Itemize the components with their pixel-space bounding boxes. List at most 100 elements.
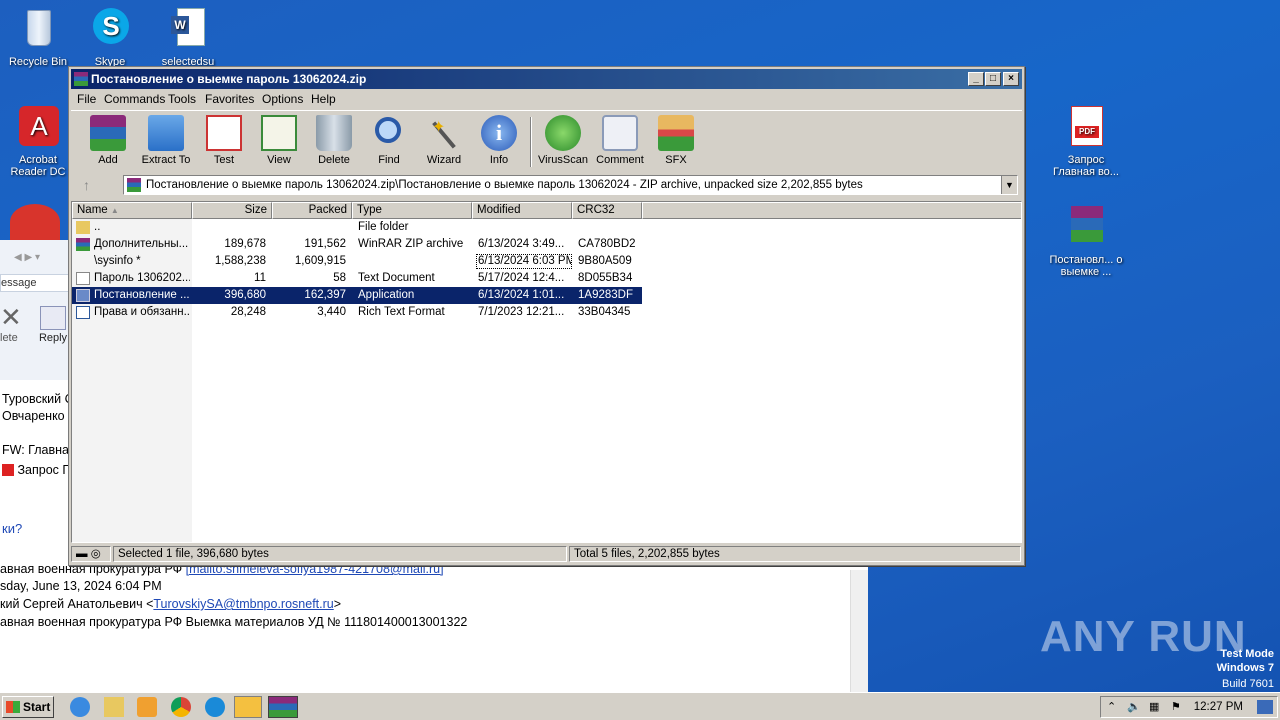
- maximize-button[interactable]: □: [985, 72, 1001, 86]
- word-document-icon: W: [165, 6, 211, 52]
- flag-icon[interactable]: ⚑: [1171, 700, 1181, 713]
- selectedsu-shortcut[interactable]: W selectedsu: [150, 6, 226, 68]
- chevron-up-icon[interactable]: ⌃: [1107, 700, 1116, 713]
- chrome-icon[interactable]: [171, 697, 191, 717]
- pdf-icon: [2, 464, 14, 476]
- reply-button[interactable]: Reply: [36, 302, 70, 352]
- delete-button[interactable]: ✕ lete: [0, 302, 22, 352]
- table-row[interactable]: .. File folder: [72, 219, 642, 236]
- delete-icon: ✕: [0, 302, 22, 332]
- table-row-selected[interactable]: Постановление ... 396,680 162,397 Applic…: [72, 287, 642, 304]
- acrobat-icon: A: [15, 104, 61, 150]
- table-row[interactable]: Пароль 1306202... 11 58 Text Document 5/…: [72, 270, 642, 287]
- mail-link-to[interactable]: TurovskiySA@tmbnpo.rosneft.ru: [153, 597, 333, 611]
- find-button[interactable]: Find: [360, 115, 418, 166]
- folder-icon: [148, 115, 184, 151]
- mail-toolbar: ◀ ▶ ▾ essage ✕ lete Reply: [0, 240, 70, 380]
- view-button[interactable]: View: [250, 115, 308, 166]
- recycle-bin-shortcut[interactable]: Recycle Bin: [0, 6, 76, 68]
- testmode-line2: Windows 7: [1216, 662, 1274, 674]
- toolbar-divider: [530, 117, 532, 167]
- add-button[interactable]: Add: [79, 115, 137, 166]
- dropdown-arrow-icon[interactable]: ▼: [1001, 176, 1017, 194]
- menu-commands[interactable]: Commands: [104, 92, 165, 106]
- chrome-partial-icon: [10, 204, 60, 240]
- title-bar[interactable]: Постановление о выемке пароль 13062024.z…: [71, 69, 1022, 89]
- sfx-button[interactable]: SFX: [647, 115, 705, 166]
- clock[interactable]: 12:27 PM: [1194, 701, 1243, 713]
- column-type[interactable]: Type: [352, 202, 472, 219]
- column-modified[interactable]: Modified: [472, 202, 572, 219]
- mail-attachment[interactable]: Запрос Г: [2, 463, 69, 477]
- back-arrow-icon[interactable]: ◀ ▶ ▾: [14, 252, 40, 263]
- mail-question: ки?: [2, 521, 23, 536]
- sfx-icon: [658, 115, 694, 151]
- tab-message[interactable]: essage: [0, 274, 70, 292]
- winrar-taskbar-icon[interactable]: [268, 696, 298, 718]
- mail-scrollbar[interactable]: [850, 570, 868, 692]
- testmode-line1: Test Mode: [1220, 648, 1274, 660]
- close-button[interactable]: ×: [1003, 72, 1019, 86]
- table-row[interactable]: Дополнительны... 189,678 191,562 WinRAR …: [72, 236, 642, 253]
- ie-icon[interactable]: [70, 697, 90, 717]
- menu-favorites[interactable]: Favorites: [205, 92, 254, 106]
- archive-path-icon: [127, 178, 141, 192]
- skype-icon: S: [87, 6, 133, 52]
- wand-icon: ✦: [426, 115, 462, 151]
- clipboard-icon: [206, 115, 242, 151]
- reply-icon: [40, 306, 66, 330]
- address-combobox[interactable]: Постановление о выемке пароль 13062024.z…: [123, 175, 1018, 195]
- rtf-file-icon: [76, 306, 90, 319]
- system-tray: ⌃ 🔈 ▦ ⚑ 12:27 PM: [1100, 696, 1278, 718]
- comment-icon: [602, 115, 638, 151]
- menu-tools[interactable]: Tools: [168, 92, 196, 106]
- status-total: Total 5 files, 2,202,855 bytes: [569, 546, 1021, 562]
- menu-options[interactable]: Options: [262, 92, 303, 106]
- test-button[interactable]: Test: [195, 115, 253, 166]
- pdf-request-shortcut[interactable]: PDF Запрос Главная во...: [1048, 104, 1124, 178]
- book-icon: [261, 115, 297, 151]
- winrar-window: Постановление о выемке пароль 13062024.z…: [68, 66, 1025, 566]
- folder-up-icon: [76, 221, 90, 234]
- edge-icon[interactable]: [205, 697, 225, 717]
- menu-file[interactable]: File: [77, 92, 96, 106]
- wizard-button[interactable]: ✦ Wizard: [415, 115, 473, 166]
- column-crc32[interactable]: CRC32: [572, 202, 642, 219]
- column-packed[interactable]: Packed: [272, 202, 352, 219]
- explorer-icon[interactable]: [104, 697, 124, 717]
- menu-help[interactable]: Help: [311, 92, 336, 106]
- outlook-taskbar-icon[interactable]: [234, 696, 262, 718]
- pdf-file-icon: PDF: [1063, 104, 1109, 150]
- testmode-line3: Build 7601: [1222, 678, 1274, 690]
- info-icon: i: [481, 115, 517, 151]
- winrar-icon: [74, 72, 88, 86]
- media-player-icon[interactable]: [137, 697, 157, 717]
- table-row[interactable]: Права и обязанн... 28,248 3,440 Rich Tex…: [72, 304, 642, 321]
- virusscan-button[interactable]: VirusScan: [534, 115, 592, 166]
- sort-asc-icon: ▲: [110, 206, 119, 215]
- magnifier-icon: [371, 115, 407, 151]
- network-icon[interactable]: ▦: [1149, 700, 1159, 713]
- winrar-archive-icon: [1063, 204, 1109, 250]
- recipient-1: Туровский С: [2, 392, 74, 406]
- info-button[interactable]: i Info: [470, 115, 528, 166]
- minimize-button[interactable]: _: [968, 72, 984, 86]
- up-arrow-icon[interactable]: ↑: [83, 177, 103, 193]
- skype-shortcut[interactable]: S Skype: [72, 6, 148, 68]
- windows-logo-icon: [6, 701, 20, 713]
- delete-button-rar[interactable]: Delete: [305, 115, 363, 166]
- volume-icon[interactable]: 🔈: [1127, 700, 1141, 713]
- anyrun-watermark: ANY RUN: [1040, 612, 1247, 661]
- table-row[interactable]: \sysinfo * 1,588,238 1,609,915 6/13/2024…: [72, 253, 642, 270]
- desktop: ◀ ▶ ▾ essage ✕ lete Reply Туровский С Ов…: [0, 0, 1280, 692]
- drive-icon[interactable]: ▬ ◎: [71, 546, 111, 562]
- start-button[interactable]: Start: [2, 696, 54, 718]
- status-bar: ▬ ◎ Selected 1 file, 396,680 bytes Total…: [71, 545, 1022, 563]
- extract-to-button[interactable]: Extract To: [137, 115, 195, 166]
- comment-button[interactable]: Comment: [591, 115, 649, 166]
- acrobat-shortcut[interactable]: A Acrobat Reader DC: [0, 104, 76, 178]
- zip-archive-shortcut[interactable]: Постановл... о выемке ...: [1048, 204, 1124, 278]
- column-size[interactable]: Size: [192, 202, 272, 219]
- column-name[interactable]: Name ▲: [72, 202, 192, 219]
- show-desktop-icon[interactable]: [1257, 700, 1273, 714]
